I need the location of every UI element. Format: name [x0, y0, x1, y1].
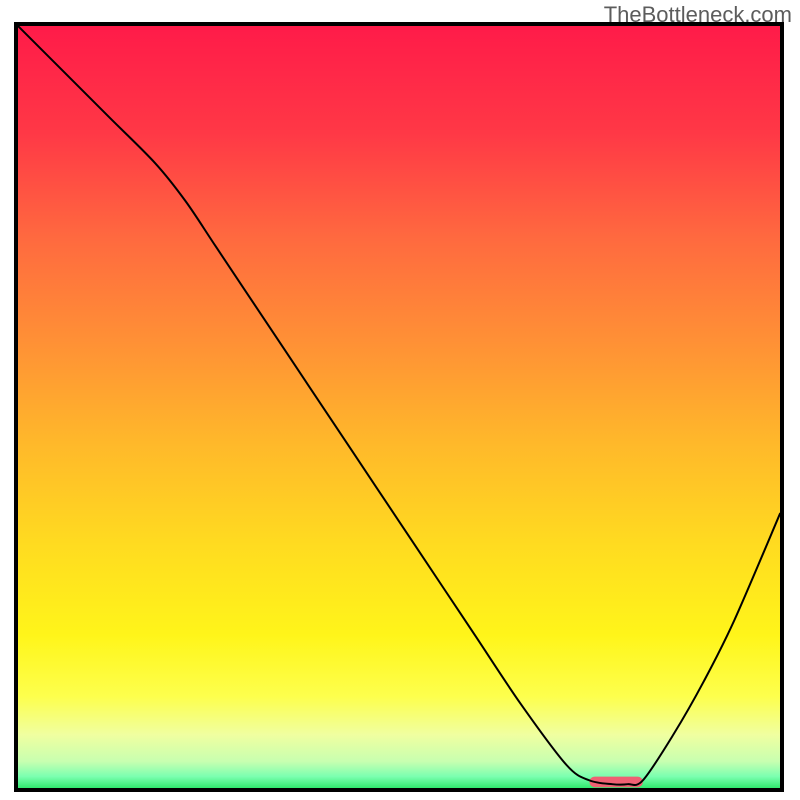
chart-container: TheBottleneck.com — [0, 0, 800, 800]
chart-svg — [18, 26, 780, 788]
chart-plot-area — [14, 22, 784, 792]
